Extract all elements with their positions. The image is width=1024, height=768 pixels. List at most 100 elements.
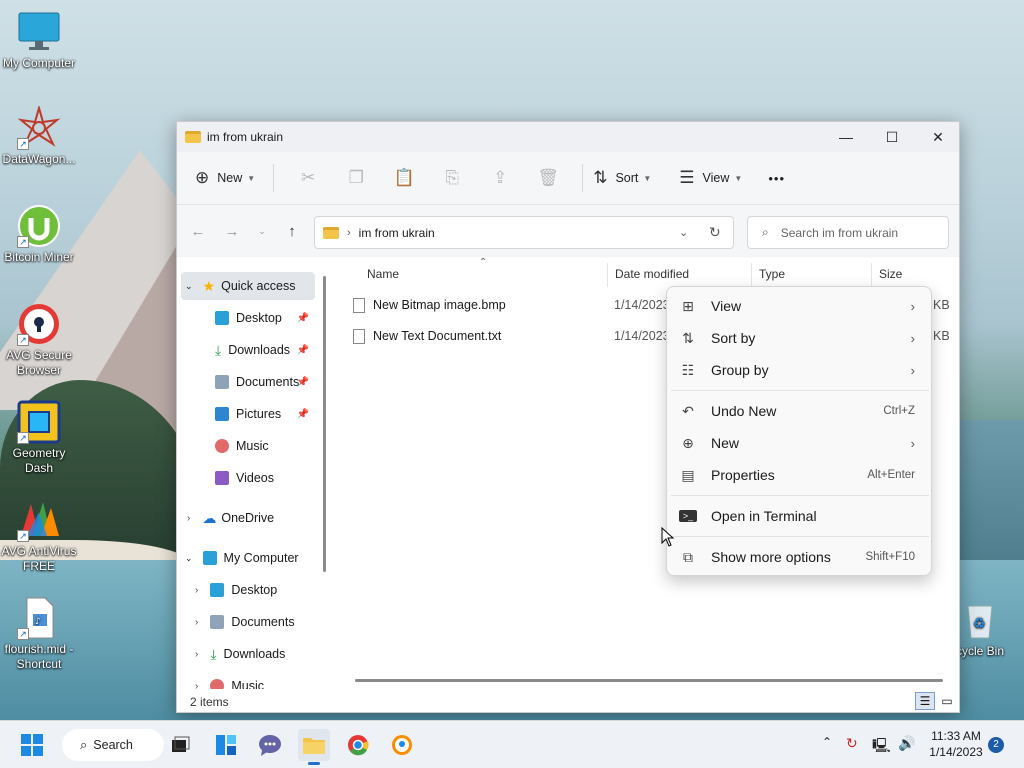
item-count: 2 items	[190, 695, 229, 709]
menu-item-label: Sort by	[711, 330, 756, 346]
close-button[interactable]: ✕	[915, 122, 961, 152]
chevron-right-icon: ›	[910, 435, 915, 451]
nav-item-pc-documents[interactable]: › Documents	[195, 608, 295, 636]
rename-icon[interactable]: ⎘	[428, 168, 476, 188]
cut-icon[interactable]: ✂	[284, 168, 332, 188]
column-divider[interactable]	[751, 263, 752, 287]
nav-item-pictures[interactable]: Pictures 📌	[215, 400, 313, 428]
menu-item-label: Show more options	[711, 549, 831, 565]
nav-item-videos[interactable]: Videos	[215, 464, 274, 492]
nav-item-pc-downloads[interactable]: › ⤓ Downloads	[195, 640, 285, 668]
chat-icon	[259, 735, 281, 756]
chevron-down-icon[interactable]: ⌄	[679, 226, 688, 239]
expand-icon: ⧉	[683, 548, 693, 565]
desktop-icon-my-computer[interactable]: My Computer	[1, 10, 77, 71]
datawagon-star-icon: ↗	[17, 104, 61, 150]
column-header-name[interactable]: Name	[367, 267, 399, 281]
widgets-icon	[216, 735, 236, 755]
desktop-icon-geometry-dash[interactable]: ↗ Geometry Dash	[1, 400, 77, 476]
desktop-icon-recycle-bin[interactable]: ♻ cycle Bin	[956, 598, 1024, 659]
file-name: New Text Document.txt	[373, 329, 502, 343]
menu-item-view[interactable]: ⊞ View ›	[671, 291, 929, 321]
back-arrow-icon[interactable]: ←	[181, 223, 215, 240]
mouse-cursor-icon	[661, 526, 675, 550]
menu-item-properties[interactable]: ▤ Properties Alt+Enter	[671, 460, 929, 490]
file-explorer-taskbar-button[interactable]	[298, 729, 330, 765]
nav-item-desktop[interactable]: Desktop 📌	[215, 304, 313, 332]
desktop-icon-label: flourish.mid - Shortcut	[4, 642, 74, 671]
delete-icon[interactable]: 🗑	[524, 168, 572, 188]
notification-badge[interactable]: 2	[988, 737, 1004, 753]
column-header-type[interactable]: Type	[759, 267, 785, 281]
menu-item-label: View	[711, 298, 742, 314]
volume-icon[interactable]: 🔊	[898, 735, 915, 752]
tiles-view-icon[interactable]: ▭	[937, 692, 957, 710]
details-view-icon[interactable]: ☰	[915, 692, 935, 710]
maximize-button[interactable]: ☐	[869, 122, 915, 152]
desktop-icon	[210, 583, 225, 597]
menu-item-undo-new[interactable]: ↶ Undo New Ctrl+Z	[671, 396, 929, 426]
share-icon[interactable]: ⇪	[476, 168, 524, 188]
sort-icon: ⇅	[593, 168, 608, 187]
taskbar-search-label: Search	[93, 738, 133, 752]
see-more-button[interactable]: •••	[768, 162, 785, 194]
clock[interactable]: 11:33 AM 1/14/2023	[924, 728, 988, 760]
desktop-icon-avg-secure-browser[interactable]: ↗ AVG Secure Browser	[1, 302, 77, 378]
chevron-right-icon: ›	[187, 512, 191, 524]
menu-item-sort-by[interactable]: ⇅ Sort by ›	[671, 323, 929, 353]
command-bar: ⊕ New ▼ ✂ ❐ 📋 ⎘ ⇪ 🗑 ⇅ Sort ▼ ☰ View ▼ ••…	[177, 152, 959, 205]
nav-scrollbar[interactable]	[323, 276, 326, 572]
column-divider[interactable]	[871, 263, 872, 287]
network-icon[interactable]: 🖳	[872, 735, 891, 759]
menu-item-label: Group by	[711, 362, 769, 378]
address-bar[interactable]: › im from ukrain ⌄ ↻	[314, 216, 734, 249]
documents-icon	[210, 615, 225, 629]
taskbar-search-button[interactable]: ⌕ Search	[62, 729, 164, 761]
desktop-icon-datawagon[interactable]: ↗ DataWagon...	[1, 104, 77, 167]
new-button[interactable]: ⊕ New ▼	[195, 162, 255, 194]
start-button[interactable]	[16, 729, 48, 761]
widgets-button[interactable]	[210, 729, 242, 761]
desktop-icon-avg-antivirus[interactable]: ↗ AVG AntiVirus FREE	[1, 498, 77, 574]
menu-item-open-in-terminal[interactable]: >_ Open in Terminal	[671, 501, 929, 531]
minimize-button[interactable]: —	[823, 122, 869, 152]
nav-item-onedrive[interactable]: › ☁ OneDrive	[187, 504, 274, 532]
horizontal-scrollbar[interactable]	[355, 679, 943, 682]
breadcrumb-path[interactable]: im from ukrain	[359, 226, 435, 240]
nav-item-my-computer[interactable]: ⌄ My Computer	[185, 544, 299, 572]
menu-item-group-by[interactable]: ☷ Group by ›	[671, 355, 929, 385]
nav-item-downloads[interactable]: ⤓ Downloads 📌	[215, 336, 313, 364]
copy-icon[interactable]: ❐	[332, 168, 380, 188]
nav-item-documents[interactable]: Documents 📌	[215, 368, 313, 396]
forward-arrow-icon[interactable]: →	[215, 223, 249, 240]
chat-button[interactable]	[254, 729, 286, 761]
folder-icon	[323, 226, 339, 239]
task-view-button[interactable]	[164, 729, 196, 761]
menu-item-show-more-options[interactable]: ⧉ Show more options Shift+F10	[671, 542, 929, 572]
column-divider[interactable]	[607, 263, 608, 287]
refresh-icon[interactable]: ↻	[709, 224, 721, 241]
up-arrow-icon[interactable]: ↑	[275, 223, 309, 240]
nav-item-pc-music[interactable]: › Music	[195, 672, 264, 689]
chrome-button[interactable]	[342, 729, 374, 761]
sort-button[interactable]: ⇅ Sort ▼	[593, 162, 651, 194]
column-header-size[interactable]: Size	[879, 267, 902, 281]
nav-item-label: Music	[231, 679, 264, 689]
chevron-up-icon[interactable]: ⌃	[822, 735, 832, 749]
nav-item-quick-access[interactable]: ⌄ ★ Quick access	[185, 272, 295, 300]
file-date: 1/14/2023	[614, 329, 670, 343]
nav-item-music[interactable]: Music	[215, 432, 269, 460]
desktop-icon-flourish-mid[interactable]: ♪ ↗ flourish.mid - Shortcut	[1, 596, 77, 672]
menu-divider	[671, 390, 929, 391]
recent-chevron-icon[interactable]: ⌄	[249, 226, 275, 237]
avg-browser-taskbar-button[interactable]	[386, 729, 418, 761]
nav-item-pc-desktop[interactable]: › Desktop	[195, 576, 277, 604]
search-box[interactable]: ⌕ Search im from ukrain	[747, 216, 949, 249]
sync-error-icon[interactable]: ↻	[846, 735, 858, 752]
column-header-date[interactable]: Date modified	[615, 267, 689, 281]
desktop-icon-bitcoin-miner[interactable]: ↗ Bitcoin Miner	[1, 204, 77, 265]
menu-item-new[interactable]: ⊕ New ›	[671, 428, 929, 458]
menu-item-label: Open in Terminal	[711, 508, 817, 524]
paste-icon[interactable]: 📋	[380, 168, 428, 188]
view-button[interactable]: ☰ View ▼	[679, 162, 742, 194]
